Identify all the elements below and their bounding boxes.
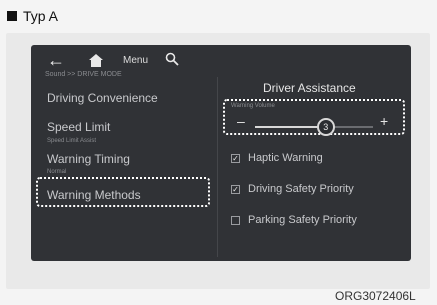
- option-label: Driving Safety Priority: [248, 183, 354, 195]
- option-parking-safety-priority[interactable]: Parking Safety Priority: [231, 214, 357, 226]
- menu-item-warning-methods[interactable]: Warning Methods: [47, 188, 141, 202]
- figure-code: ORG3072406L: [335, 289, 416, 303]
- panel-title: Driver Assistance: [263, 81, 356, 95]
- option-haptic-warning[interactable]: ✓ Haptic Warning: [231, 152, 323, 164]
- variant-label: Typ A: [23, 8, 59, 24]
- black-square-icon: [7, 11, 17, 21]
- volume-slider-fill: [255, 126, 326, 128]
- menu-item-warning-timing-sub: Normal: [47, 169, 67, 175]
- volume-decrease-button[interactable]: –: [237, 113, 245, 129]
- panel-divider: [217, 77, 218, 257]
- variant-legend: Typ A: [7, 8, 58, 24]
- volume-label: Warning Volume: [231, 103, 275, 109]
- menu-item-speed-limit[interactable]: Speed Limit: [47, 120, 110, 134]
- infotainment-screen: ← Menu Sound >> DRIVE MODE Driving Conve…: [31, 45, 411, 261]
- checkbox-driving-safety-priority[interactable]: ✓: [231, 184, 240, 194]
- menu-item-warning-timing[interactable]: Warning Timing: [47, 152, 130, 166]
- menu-button[interactable]: Menu: [123, 55, 148, 66]
- option-label: Haptic Warning: [248, 152, 323, 164]
- search-icon[interactable]: [165, 52, 179, 71]
- volume-slider-knob[interactable]: 3: [316, 118, 335, 136]
- menu-item-driving-convenience[interactable]: Driving Convenience: [47, 91, 158, 105]
- menu-item-speed-limit-sub: Speed Limit Assist: [47, 138, 97, 144]
- option-driving-safety-priority[interactable]: ✓ Driving Safety Priority: [231, 183, 354, 195]
- checkbox-parking-safety-priority[interactable]: [231, 215, 240, 225]
- back-arrow-icon[interactable]: ←: [47, 51, 65, 69]
- home-icon[interactable]: [89, 54, 103, 72]
- volume-increase-button[interactable]: +: [380, 113, 388, 129]
- option-label: Parking Safety Priority: [248, 214, 357, 226]
- checkbox-haptic-warning[interactable]: ✓: [231, 153, 240, 163]
- breadcrumb: Sound >> DRIVE MODE: [45, 71, 122, 78]
